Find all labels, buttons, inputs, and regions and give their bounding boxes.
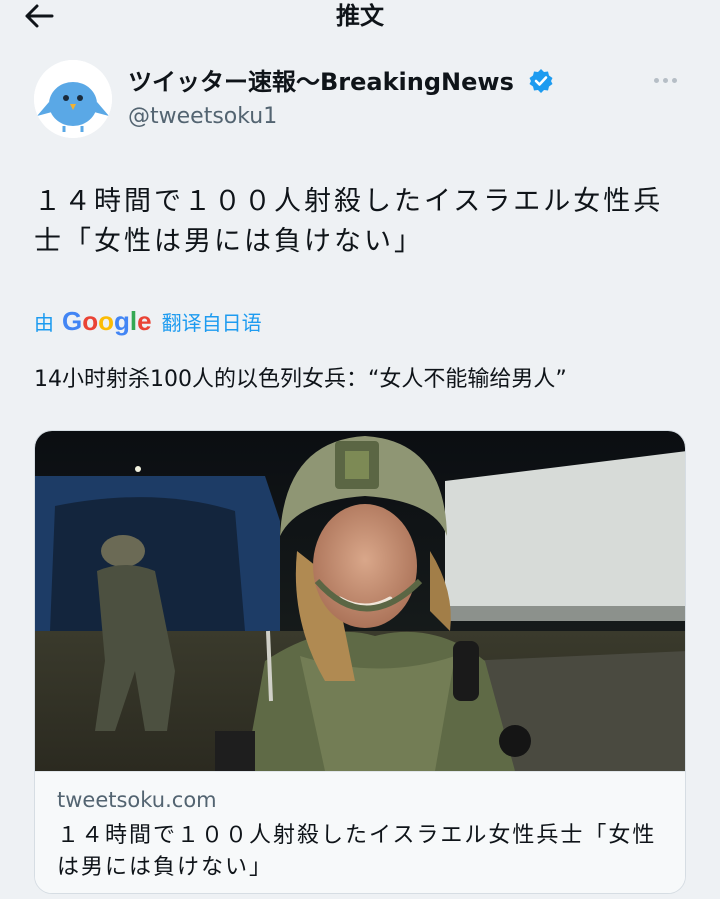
card-domain: tweetsoku.com — [57, 788, 217, 812]
translation-attribution: 由 Google 翻译自日语 — [34, 304, 262, 338]
avatar[interactable] — [34, 60, 112, 138]
more-horizontal-icon — [654, 78, 659, 83]
tweet-text: １４時間で１００人射殺したイスラエル女性兵士「女性は男には負けない」 — [34, 186, 664, 257]
translate-source-link[interactable]: 翻译自日语 — [162, 307, 262, 336]
tweet-detail-page: 推文 ツイッター速報〜BreakingNews @tweetsoku1 １４時間… — [0, 0, 720, 899]
author-handle[interactable]: @tweetsoku1 — [128, 102, 277, 132]
translated-text: 14小时射杀100人的以色列女兵：“女人不能输给男人” — [34, 367, 567, 392]
top-bar: 推文 — [0, 0, 720, 36]
card-title: １４時間で１００人射殺したイスラエル女性兵士「女性は男には負けない」 — [57, 823, 657, 880]
card-footer: tweetsoku.com １４時間で１００人射殺したイスラエル女性兵士「女性は… — [35, 771, 685, 893]
more-dot — [672, 78, 677, 83]
soldier-photo — [35, 431, 685, 771]
tweet-author: ツイッター速報〜BreakingNews @tweetsoku1 — [34, 60, 694, 140]
more-options-button[interactable] — [654, 68, 690, 92]
google-logo: Google — [62, 305, 152, 336]
card-image — [35, 431, 685, 771]
page-title: 推文 — [336, 2, 384, 30]
translate-by-label: 由 — [34, 310, 54, 335]
more-dot — [663, 78, 668, 83]
link-preview-card[interactable]: tweetsoku.com １４時間で１００人射殺したイスラエル女性兵士「女性は… — [34, 430, 686, 894]
author-name[interactable]: ツイッター速報〜BreakingNews — [128, 66, 514, 98]
verified-badge-icon — [529, 69, 553, 93]
bird-avatar-icon — [34, 60, 112, 138]
